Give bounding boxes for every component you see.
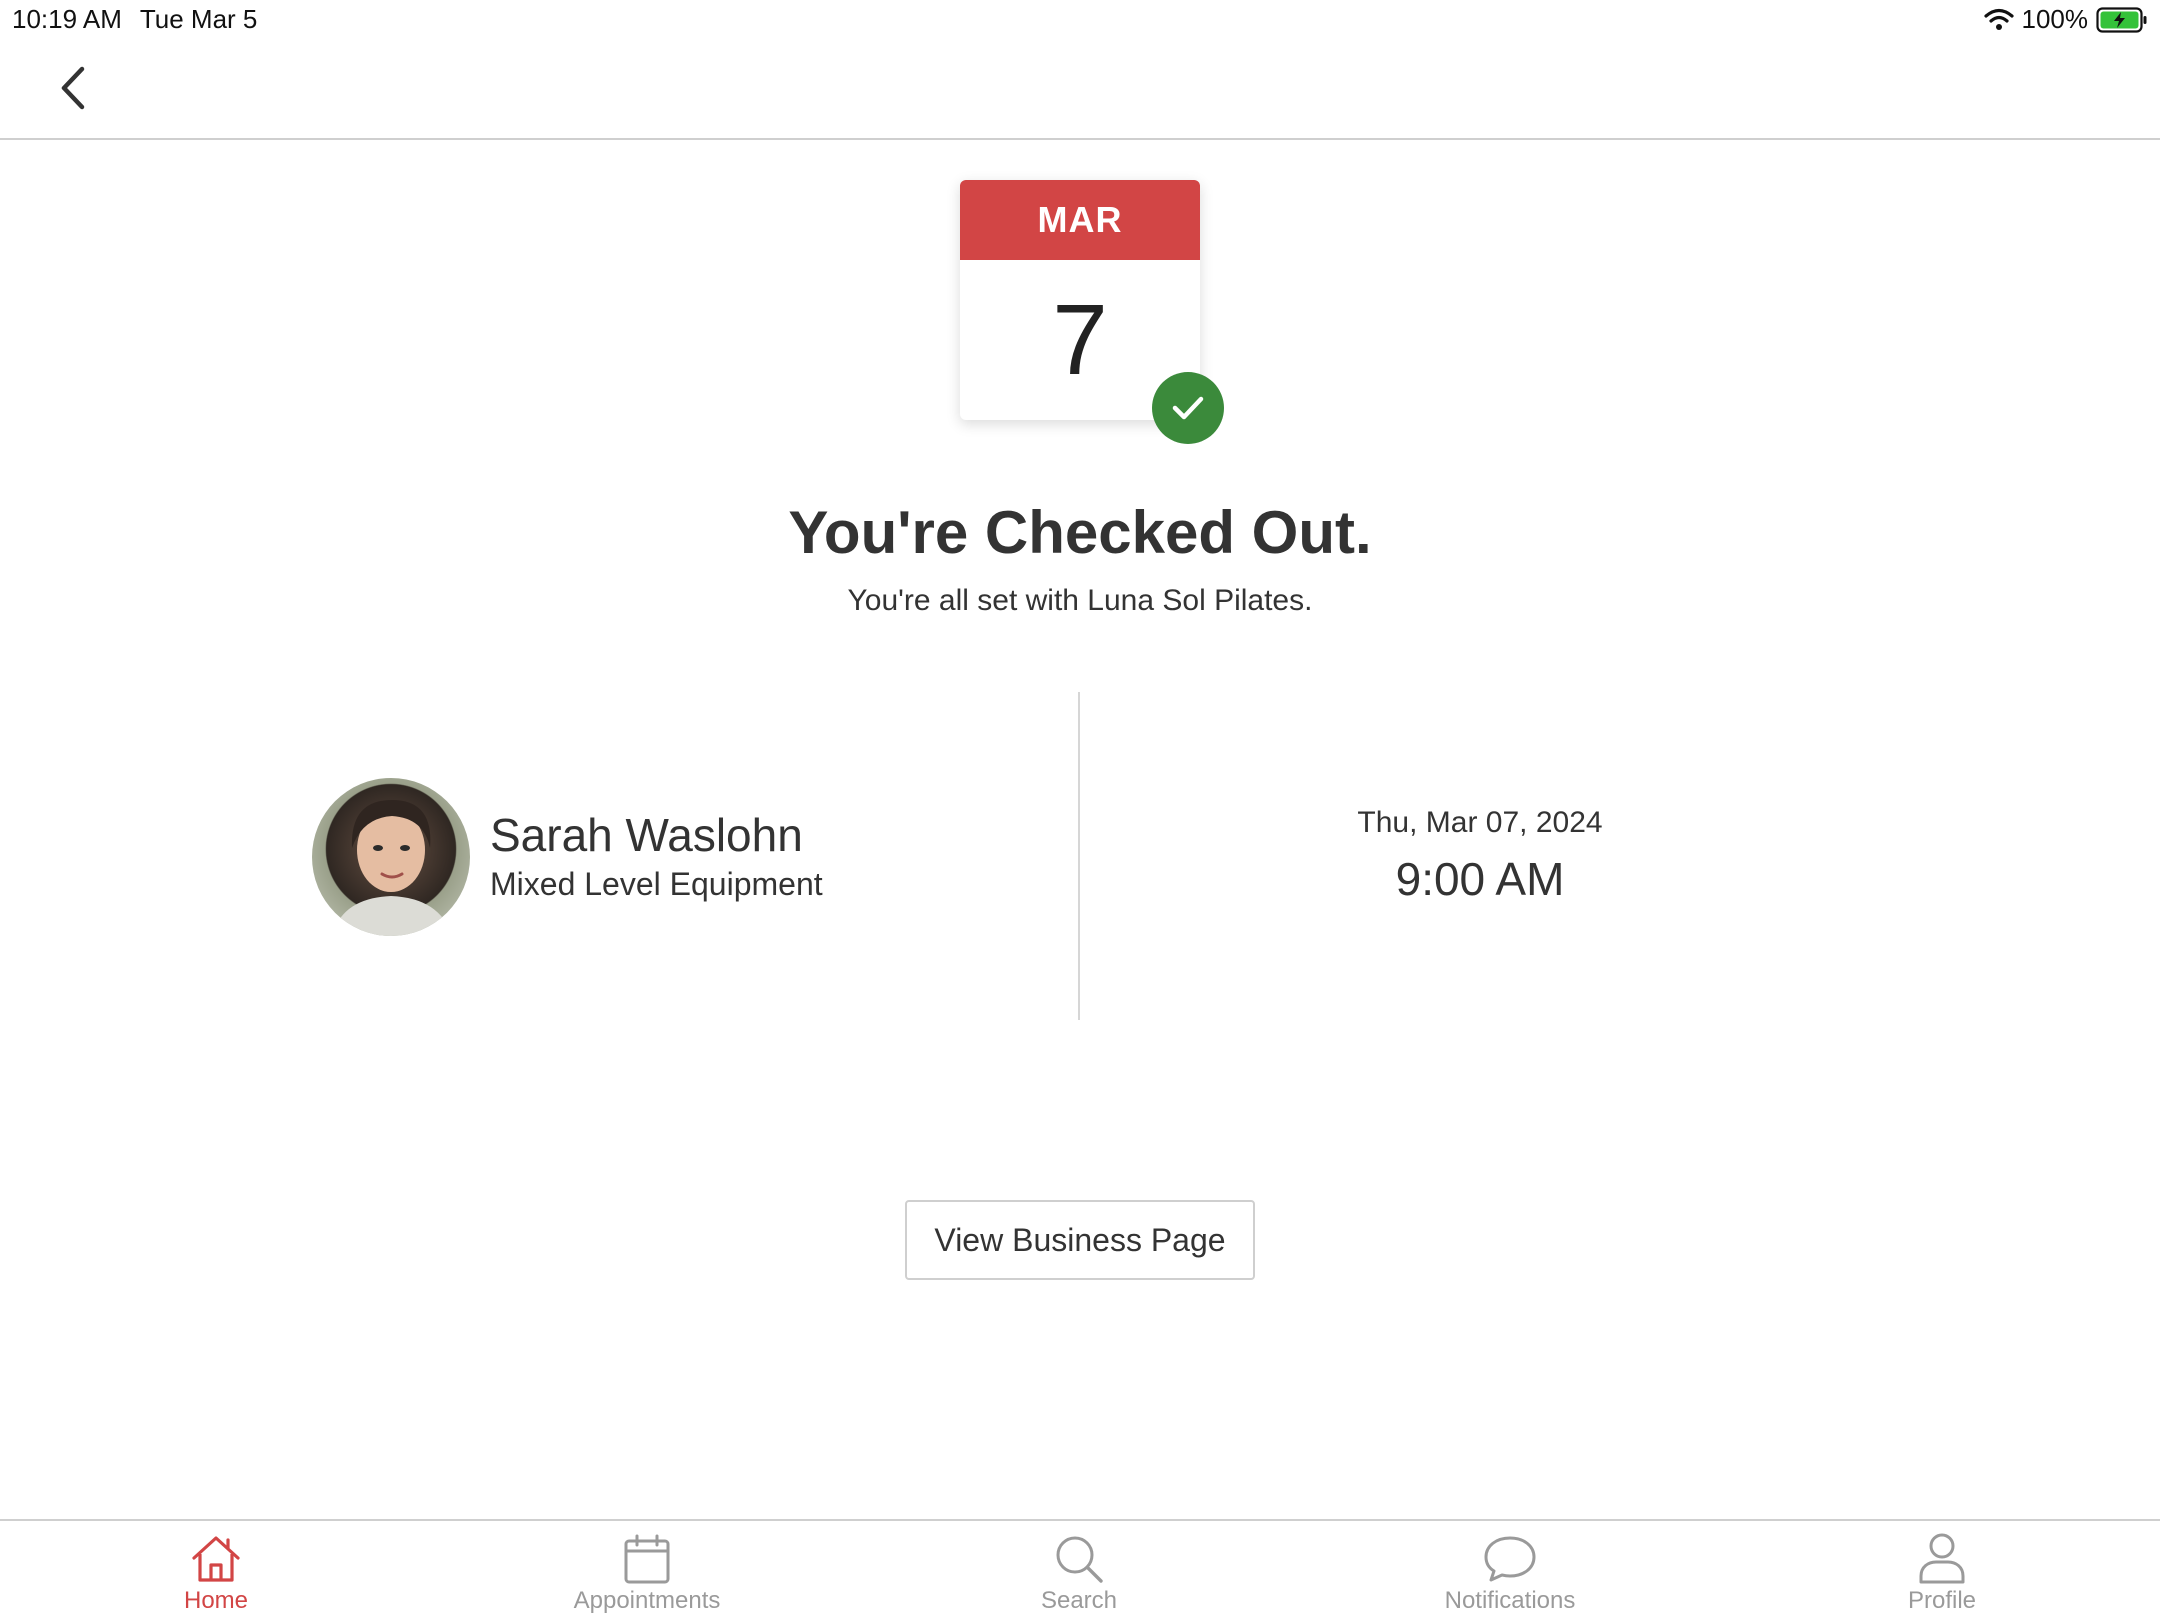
tab-appointments[interactable]: Appointments — [537, 1521, 757, 1620]
class-name: Mixed Level Equipment — [490, 866, 823, 902]
search-icon — [1053, 1531, 1105, 1587]
back-button[interactable] — [48, 62, 98, 118]
checkmark-icon — [1152, 372, 1224, 444]
tab-bar: Home Appointments Search Notifications P… — [0, 1519, 2160, 1620]
calendar-icon — [623, 1531, 671, 1587]
tab-search-label: Search — [1040, 1587, 1118, 1614]
tab-home[interactable]: Home — [106, 1521, 326, 1620]
instructor-name: Sarah Waslohn — [490, 809, 803, 861]
confirmation-title: You're Checked Out. — [788, 499, 1372, 566]
home-icon — [190, 1531, 242, 1587]
checkout-confirmation-screen: 10:19 AM Tue Mar 5 100% MAR 7 You're Che… — [0, 0, 2160, 1620]
details-divider — [1078, 692, 1080, 1020]
chat-bubble-icon — [1483, 1531, 1537, 1587]
wifi-icon — [1983, 8, 2014, 32]
calendar-month: MAR — [960, 180, 1200, 260]
person-icon — [1917, 1531, 1967, 1587]
tab-appointments-label: Appointments — [573, 1587, 721, 1614]
tab-profile-label: Profile — [1907, 1587, 1977, 1614]
tab-search[interactable]: Search — [969, 1521, 1189, 1620]
navigation-bar — [0, 40, 2160, 140]
tab-notifications-label: Notifications — [1444, 1587, 1576, 1614]
status-date: Tue Mar 5 — [139, 4, 258, 34]
tab-profile[interactable]: Profile — [1832, 1521, 2052, 1620]
tab-notifications[interactable]: Notifications — [1400, 1521, 1620, 1620]
status-bar: 10:19 AM Tue Mar 5 100% — [0, 0, 2160, 40]
tab-home-label: Home — [183, 1587, 249, 1614]
status-time: 10:19 AM — [12, 4, 122, 34]
avatar — [312, 778, 470, 936]
battery-percent: 100% — [2021, 4, 2089, 34]
status-left: 10:19 AM Tue Mar 5 — [12, 4, 257, 35]
confirmation-subtitle: You're all set with Luna Sol Pilates. — [847, 584, 1313, 617]
view-business-page-button[interactable]: View Business Page — [905, 1200, 1255, 1280]
appointment-time: 9:00 AM — [1395, 853, 1565, 905]
appointment-date: Thu, Mar 07, 2024 — [1357, 806, 1603, 839]
battery-charging-icon — [2096, 6, 2148, 33]
chevron-left-icon — [58, 65, 88, 116]
status-right: 100% — [1983, 4, 2149, 35]
